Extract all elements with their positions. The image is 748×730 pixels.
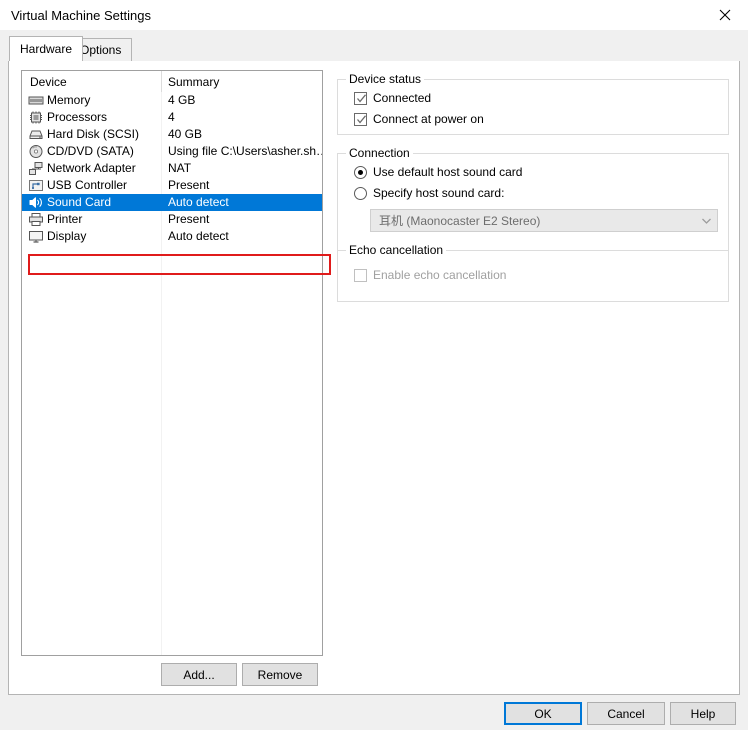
add-button[interactable]: Add... — [161, 663, 237, 686]
ok-button[interactable]: OK — [504, 702, 582, 725]
remove-button-label: Remove — [257, 667, 303, 682]
table-row[interactable]: Printer Present — [22, 211, 322, 228]
help-button-label: Help — [690, 706, 716, 721]
table-row[interactable]: Network Adapter NAT — [22, 160, 322, 177]
cancel-button[interactable]: Cancel — [587, 702, 665, 725]
device-summary: Auto detect — [168, 229, 229, 243]
processor-icon — [28, 110, 44, 125]
chevron-down-icon — [695, 217, 717, 225]
device-summary: 4 GB — [168, 93, 196, 107]
connect-at-power-on-checkbox[interactable]: Connect at power on — [354, 112, 484, 126]
usb-controller-icon — [28, 178, 44, 193]
window-title: Virtual Machine Settings — [11, 8, 151, 23]
hard-disk-icon — [28, 127, 44, 142]
enable-echo-cancellation-label: Enable echo cancellation — [373, 268, 507, 282]
device-summary: 40 GB — [168, 127, 203, 141]
device-rows: Memory 4 GB Processors 4 Hard Disk (SCSI… — [22, 92, 322, 245]
table-row[interactable]: Memory 4 GB — [22, 92, 322, 109]
close-icon — [719, 9, 731, 21]
host-sound-card-select[interactable]: 耳机 (Maonocaster E2 Stereo) — [370, 209, 718, 232]
connection-title: Connection — [346, 146, 413, 160]
connected-label: Connected — [373, 91, 432, 105]
device-name: Network Adapter — [47, 161, 136, 175]
echo-cancellation-group: Echo cancellation Enable echo cancellati… — [337, 243, 729, 302]
cancel-button-label: Cancel — [607, 706, 645, 721]
use-default-host-sound-card-radio[interactable]: Use default host sound card — [354, 165, 522, 179]
device-name: Display — [47, 229, 87, 243]
host-sound-card-value: 耳机 (Maonocaster E2 Stereo) — [379, 214, 541, 228]
specify-label: Specify host sound card: — [373, 186, 505, 200]
device-summary: 4 — [168, 110, 175, 124]
tab-options-label: Options — [80, 43, 122, 57]
checkmark-icon — [356, 114, 367, 128]
help-button[interactable]: Help — [670, 702, 736, 725]
device-summary: Present — [168, 212, 210, 226]
table-row-sound-card[interactable]: Sound Card Auto detect — [22, 194, 322, 211]
connect-at-power-on-label: Connect at power on — [373, 112, 484, 126]
device-status-title: Device status — [346, 72, 425, 86]
checkmark-icon — [356, 93, 367, 107]
tab-hardware-label: Hardware — [20, 42, 73, 56]
use-default-label: Use default host sound card — [373, 165, 523, 179]
dialog-footer: OK Cancel Help — [0, 695, 748, 730]
tab-hardware[interactable]: Hardware — [9, 36, 84, 61]
table-row[interactable]: Processors 4 — [22, 109, 322, 126]
table-row[interactable]: CD/DVD (SATA) Using file C:\Users\asher.… — [22, 143, 322, 160]
device-name: Hard Disk (SCSI) — [47, 127, 140, 141]
ok-button-label: OK — [534, 706, 552, 721]
close-button[interactable] — [702, 0, 748, 30]
device-summary: Auto detect — [168, 195, 229, 209]
device-name: Printer — [47, 212, 83, 226]
device-name: CD/DVD (SATA) — [47, 144, 134, 158]
column-header-device: Device — [30, 75, 67, 89]
device-name: Memory — [47, 93, 91, 107]
radio-circle — [354, 165, 367, 179]
tab-strip: Hardware Options — [0, 30, 748, 61]
device-name: Processors — [47, 110, 108, 124]
column-header-summary: Summary — [168, 75, 220, 89]
echo-cancellation-title: Echo cancellation — [346, 243, 447, 257]
device-status-group: Device status Connected Connect at power… — [337, 72, 729, 135]
device-name: Sound Card — [47, 195, 112, 209]
memory-icon — [28, 93, 44, 108]
device-summary: Present — [168, 178, 210, 192]
device-summary: NAT — [168, 161, 192, 175]
table-row[interactable]: USB Controller Present — [22, 177, 322, 194]
device-summary: Using file C:\Users\asher.sh… — [168, 144, 323, 158]
printer-icon — [28, 212, 44, 227]
connected-checkbox[interactable]: Connected — [354, 91, 431, 105]
table-row[interactable]: Hard Disk (SCSI) 40 GB — [22, 126, 322, 143]
specify-host-sound-card-radio[interactable]: Specify host sound card: — [354, 186, 504, 200]
cd-dvd-icon — [28, 144, 44, 159]
table-row[interactable]: Display Auto detect — [22, 228, 322, 245]
checkbox-box — [354, 91, 367, 107]
checkbox-box — [354, 112, 367, 128]
device-list[interactable]: Device Summary Memory 4 GB Processors 4 … — [21, 70, 323, 656]
checkbox-box — [354, 268, 367, 282]
radio-circle — [354, 186, 367, 200]
network-adapter-icon — [28, 161, 44, 176]
radio-dot — [358, 169, 363, 175]
enable-echo-cancellation-checkbox: Enable echo cancellation — [354, 268, 506, 282]
add-button-label: Add... — [183, 667, 215, 682]
sound-card-icon — [28, 195, 44, 210]
settings-page: Device Summary Memory 4 GB Processors 4 … — [8, 61, 740, 695]
device-list-header: Device Summary — [22, 71, 322, 92]
device-name: USB Controller — [47, 178, 128, 192]
header-divider — [161, 71, 162, 92]
remove-button[interactable]: Remove — [242, 663, 318, 686]
display-icon — [28, 229, 44, 244]
title-bar: Virtual Machine Settings — [0, 0, 748, 31]
